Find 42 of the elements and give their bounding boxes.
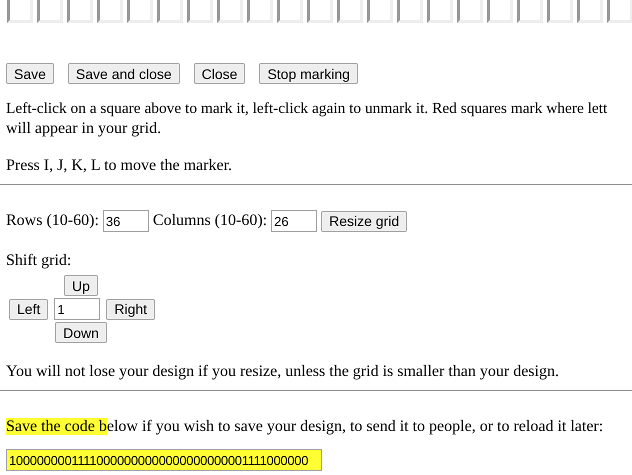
shift-grid-label: Shift grid: — [5, 251, 72, 271]
grid-square[interactable] — [67, 0, 93, 23]
grid-square[interactable] — [607, 0, 632, 23]
grid-square[interactable] — [517, 0, 543, 23]
grid-square[interactable] — [337, 0, 363, 23]
grid-square[interactable] — [487, 0, 513, 23]
instruction-text: will appear in your grid. — [6, 119, 162, 139]
grid-square[interactable] — [547, 0, 573, 23]
grid-square[interactable] — [367, 0, 393, 23]
shift-right-button[interactable]: Right — [106, 298, 156, 320]
instruction-text: Left-click on a square above to mark it, left-click again to unmark it. Red squares mark where lett — [6, 99, 608, 119]
action-button[interactable]: Close — [194, 63, 246, 84]
grid-square[interactable] — [7, 0, 33, 23]
grid-square[interactable] — [97, 0, 123, 23]
code-field[interactable]: 10000000011110000000000000000000001111000000 — [6, 449, 322, 471]
save-code-text: Save the code below if you wish to save your design, to send it to people, or to reload it later: — [5, 417, 604, 437]
action-button[interactable]: Save and close — [68, 63, 180, 84]
grid-square[interactable] — [307, 0, 333, 23]
grid-square[interactable] — [157, 0, 183, 23]
shift-amount-input[interactable]: 1 — [54, 298, 100, 320]
grid-square[interactable] — [187, 0, 213, 23]
grid-square[interactable] — [277, 0, 303, 23]
shift-down-button[interactable]: Down — [55, 322, 107, 343]
action-button[interactable]: Stop marking — [259, 63, 358, 84]
grid-square[interactable] — [127, 0, 153, 23]
grid-square[interactable] — [397, 0, 423, 23]
resize-note-text: You will not lose your design if you resize, unless the grid is smaller than your design. — [5, 362, 559, 382]
rows-input[interactable]: 36 — [102, 210, 149, 232]
grid-square[interactable] — [577, 0, 603, 23]
resize-grid-button[interactable]: Resize grid — [321, 210, 408, 232]
grid-square[interactable] — [247, 0, 273, 23]
rows-label: Rows (10-60): — [6, 211, 99, 231]
grid-square[interactable] — [217, 0, 243, 23]
shift-left-button[interactable]: Left — [9, 298, 48, 320]
action-button[interactable]: Save — [6, 63, 54, 84]
shift-up-button[interactable]: Up — [64, 275, 98, 296]
grid-square[interactable] — [427, 0, 453, 23]
grid-square[interactable] — [457, 0, 483, 23]
grid-square[interactable] — [37, 0, 63, 23]
keys-hint-text: Press I, J, K, L to move the marker. — [6, 156, 234, 176]
columns-label: Columns (10-60): — [152, 211, 268, 231]
columns-input[interactable]: 26 — [271, 210, 318, 232]
